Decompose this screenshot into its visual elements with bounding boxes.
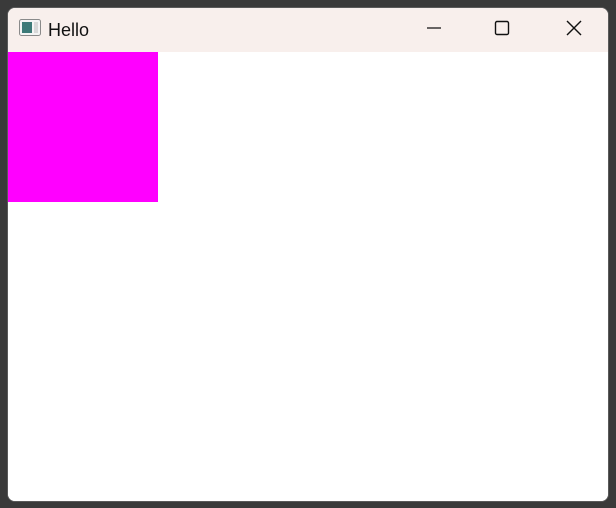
app-window-icon — [19, 19, 41, 36]
window-title: Hello — [48, 20, 90, 40]
minimize-icon — [426, 20, 442, 41]
maximize-icon — [494, 20, 510, 41]
maximize-button[interactable] — [468, 8, 536, 52]
close-button[interactable] — [540, 8, 608, 52]
close-icon — [565, 19, 583, 42]
minimize-button[interactable] — [400, 8, 468, 52]
title-bar[interactable]: Hello — [8, 8, 608, 52]
app-window: Hello — [7, 7, 609, 502]
client-area — [8, 52, 608, 501]
magenta-square — [8, 52, 158, 202]
